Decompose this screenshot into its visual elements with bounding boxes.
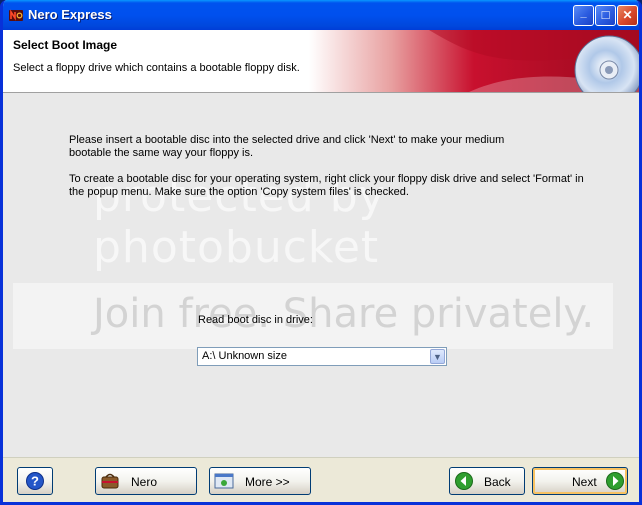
- back-button-label: Back: [484, 475, 511, 489]
- instruction-line: Please insert a bootable disc into the s…: [69, 134, 505, 146]
- wizard-header: Select Boot Image Select a floppy drive …: [3, 30, 639, 93]
- disc-banner-graphic: [309, 30, 639, 92]
- instruction-line: the popup menu. Make sure the option 'Co…: [69, 186, 409, 198]
- back-arrow-icon: [455, 472, 473, 490]
- maximize-button[interactable]: □: [595, 5, 616, 26]
- more-options-icon: [214, 473, 234, 489]
- instruction-paragraph-2: To create a bootable disc for your opera…: [69, 173, 589, 199]
- instruction-paragraph-1: Please insert a bootable disc into the s…: [69, 134, 589, 160]
- next-button[interactable]: Next: [532, 467, 628, 495]
- drive-label: Read boot disc in drive:: [198, 314, 313, 326]
- title-bar[interactable]: Nero Express _ □ ✕: [3, 0, 639, 30]
- nero-express-window: Nero Express _ □ ✕ Select Boot Image Sel…: [0, 0, 642, 505]
- nero-icon: [9, 9, 23, 21]
- more-button-label: More >>: [245, 475, 290, 489]
- minimize-icon: _: [580, 7, 587, 19]
- next-arrow-icon: [606, 472, 624, 490]
- page-title: Select Boot Image: [13, 38, 118, 52]
- chevron-down-icon[interactable]: ▼: [430, 349, 445, 364]
- instruction-line: bootable the same way your floppy is.: [69, 147, 254, 159]
- maximize-icon: □: [601, 7, 610, 22]
- svg-text:?: ?: [31, 474, 39, 489]
- close-icon: ✕: [622, 8, 633, 22]
- window-title: Nero Express: [28, 7, 112, 22]
- help-icon: ?: [26, 472, 44, 490]
- help-button[interactable]: ?: [17, 467, 53, 495]
- wizard-content: protected by photobucket Join free. Shar…: [3, 93, 639, 457]
- back-button[interactable]: Back: [449, 467, 525, 495]
- close-button[interactable]: ✕: [617, 5, 638, 26]
- wizard-footer: ? Nero More >> Back Next: [3, 457, 639, 502]
- nero-button[interactable]: Nero: [95, 467, 197, 495]
- instruction-line: To create a bootable disc for your opera…: [69, 173, 584, 185]
- nero-bag-icon: [101, 473, 119, 489]
- page-subtitle: Select a floppy drive which contains a b…: [13, 62, 300, 74]
- drive-select[interactable]: A:\ Unknown size ▼: [197, 347, 447, 366]
- watermark-text-secondary: Join free. Share privately.: [93, 291, 595, 337]
- nero-button-label: Nero: [131, 475, 158, 489]
- next-button-label: Next: [572, 475, 597, 489]
- drive-select-value: A:\ Unknown size: [202, 350, 287, 362]
- minimize-button[interactable]: _: [573, 5, 594, 26]
- more-button[interactable]: More >>: [209, 467, 311, 495]
